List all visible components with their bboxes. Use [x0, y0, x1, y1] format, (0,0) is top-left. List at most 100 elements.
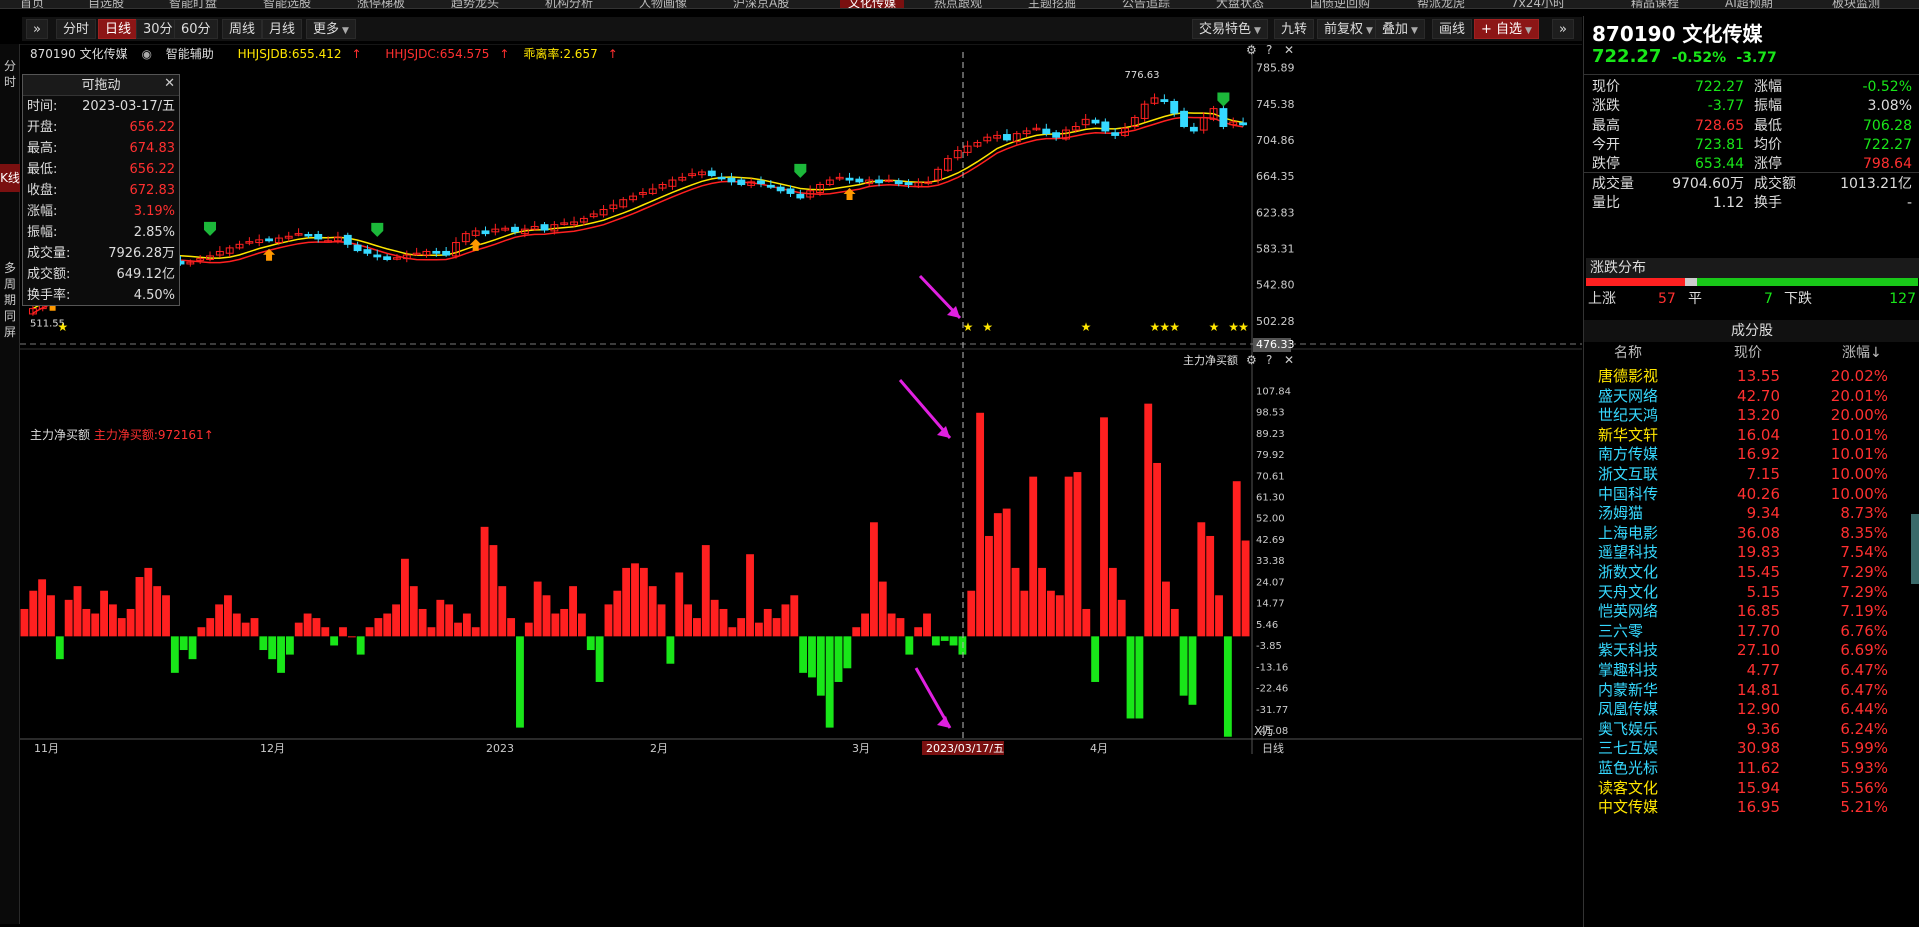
lower-indicator-value: 主力净买额:972161↑ [93, 428, 214, 442]
nav-tab[interactable]: 首页 [20, 0, 44, 8]
period-button[interactable]: 更多 ▼ [306, 19, 356, 39]
info-box-title[interactable]: 可拖动 [23, 75, 179, 96]
net-buy-bar [20, 608, 29, 637]
net-buy-bar [905, 636, 914, 655]
toolbar-button[interactable]: 前复权 ▼ [1317, 19, 1380, 39]
settings-icon[interactable]: ⚙ [1246, 353, 1257, 367]
components-title[interactable]: 成分股 [1584, 320, 1919, 342]
nav-tab[interactable]: 主题挖掘 [1028, 0, 1076, 8]
period-button[interactable]: 30分 [136, 19, 180, 39]
distribution-flat-fill [1685, 278, 1698, 286]
close-icon[interactable]: ✕ [164, 76, 175, 91]
net-buy-bar [285, 636, 294, 655]
net-buy-bar [675, 572, 684, 637]
net-buy-bar [1188, 636, 1197, 705]
info-value: 4.50% [133, 288, 175, 303]
nav-tab[interactable]: 人物画像 [639, 0, 687, 8]
info-key: 振幅: [27, 225, 58, 240]
period-button[interactable]: 月线 [262, 19, 303, 39]
collapse-panel-button[interactable]: » [1552, 19, 1574, 39]
toolbar-button[interactable]: 叠加 ▼ [1375, 19, 1425, 39]
candle-body [845, 177, 854, 181]
net-buy-bar [29, 590, 38, 637]
nav-tab[interactable]: 精品课程 [1631, 0, 1679, 8]
net-buy-bar [1117, 599, 1126, 637]
toolbar-button[interactable]: + 自选 ▼ [1474, 19, 1539, 39]
component-row[interactable]: 中文传媒 16.95 5.21% [1584, 795, 1919, 819]
nav-tab[interactable]: 7x24小时 [1511, 0, 1565, 8]
view-tab[interactable]: K线 [0, 164, 20, 192]
expand-button[interactable]: » [26, 19, 48, 39]
toolbar-button[interactable]: 交易特色 ▼ [1192, 19, 1268, 39]
y-tick-label: 583.31 [1256, 243, 1295, 256]
nav-tab[interactable]: AI超预期 [1725, 0, 1773, 8]
close-icon[interactable]: ✕ [1284, 353, 1294, 367]
nav-tab[interactable]: 板块监测 [1832, 0, 1880, 8]
nav-tab[interactable]: 涨停梯板 [357, 0, 405, 8]
net-buy-bar [1241, 540, 1250, 637]
candle-body [1111, 132, 1120, 136]
net-buy-bar [38, 579, 47, 637]
net-buy-bar [117, 618, 126, 637]
net-buy-bar [47, 595, 55, 637]
distribution-counts: 上涨 57 平 7 下跌 127 [1584, 288, 1919, 310]
smart-assist-label: 智能辅助 [165, 47, 214, 61]
unit-label: X万 [1254, 724, 1274, 738]
nav-tab[interactable]: 大盘状态 [1216, 0, 1264, 8]
scrollbar-handle[interactable] [1911, 514, 1919, 584]
net-buy-bar [374, 618, 383, 637]
net-buy-bar [595, 636, 604, 682]
nav-tab[interactable]: 公告追踪 [1122, 0, 1170, 8]
nav-tab[interactable]: 自选股 [88, 0, 124, 8]
col-header-name[interactable]: 名称 [1614, 342, 1642, 364]
period-button[interactable]: 周线 [222, 19, 263, 39]
x-tick-label: 4月 [1090, 742, 1108, 755]
nav-tab[interactable]: 文化传媒 [840, 0, 905, 8]
candle-body [363, 249, 372, 254]
nav-tab[interactable]: 热点跟观 [934, 0, 982, 8]
period-button[interactable]: 分时 [56, 19, 97, 39]
net-buy-bar [816, 636, 825, 696]
toolbar-button[interactable]: 画线 [1432, 19, 1473, 39]
net-buy-bar [1002, 508, 1011, 637]
help-icon[interactable]: ? [1266, 353, 1272, 367]
net-buy-bar [241, 622, 250, 637]
net-buy-bar [135, 577, 144, 637]
col-header-change[interactable]: 涨幅↓ [1842, 342, 1882, 364]
info-key: 最高: [27, 141, 58, 156]
kline-chart[interactable]: ⚙? ✕ ⚙? ✕ 主力净买额 785.89 745.38 704.86 664.35 623.8… [20, 44, 1582, 924]
smart-assist-toggle[interactable]: ◉ 智能辅助 [141, 47, 223, 61]
y-tick-label: 24.07 [1256, 577, 1285, 588]
quote-title: 870190 文化传媒 [1592, 22, 1763, 46]
toolbar-button[interactable]: 九转 [1274, 19, 1315, 39]
net-buy-bar [55, 636, 64, 660]
net-buy-bar [356, 636, 365, 655]
period-button[interactable]: 60分 [174, 19, 218, 39]
nav-tab[interactable]: 沪深京A股 [733, 0, 789, 8]
caret-down-icon: ▼ [342, 26, 349, 36]
col-header-price[interactable]: 现价 [1734, 342, 1762, 364]
net-buy-bar [330, 636, 339, 646]
y-tick-label: 476.33 [1256, 338, 1295, 351]
candle-body [757, 180, 765, 185]
net-buy-bar [480, 526, 489, 637]
nav-tab[interactable]: 国债逆回购 [1310, 0, 1370, 8]
nav-tab[interactable]: 趋势龙头 [451, 0, 499, 8]
nav-tab[interactable]: 帮派龙虎 [1417, 0, 1465, 8]
nav-tab[interactable]: 智能盯盘 [169, 0, 217, 8]
info-value: 649.12亿 [116, 267, 176, 282]
settings-icon[interactable]: ⚙ [1246, 44, 1257, 57]
help-icon[interactable]: ? [1266, 44, 1272, 57]
net-buy-bar [1162, 581, 1170, 637]
component-name: 中文传媒 [1598, 798, 1659, 817]
info-value: 2.85% [133, 225, 175, 240]
draggable-info-box[interactable]: 可拖动 ✕ 时间: 2023-03-17/五 开盘: 656.22 最高: 674.83 最… [22, 74, 180, 306]
period-button[interactable]: 日线 [98, 19, 139, 39]
period-label: 分时 [63, 22, 90, 37]
net-buy-bar [365, 627, 374, 637]
view-tab[interactable]: 分时 [0, 52, 20, 96]
view-tab[interactable]: 多周期同屏 [0, 254, 20, 346]
close-icon[interactable]: ✕ [1284, 44, 1294, 57]
nav-tab[interactable]: 智能选股 [263, 0, 311, 8]
nav-tab[interactable]: 机构分析 [545, 0, 593, 8]
